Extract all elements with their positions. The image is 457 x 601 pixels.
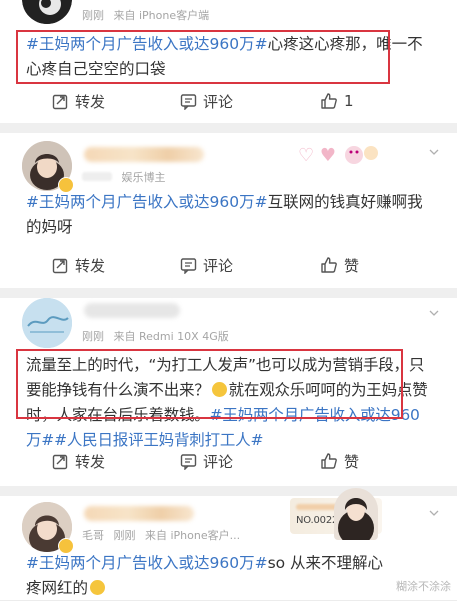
post-source: 来自 Redmi 10X 4G版	[113, 330, 229, 343]
avatar-image	[22, 298, 72, 348]
post-separator	[0, 123, 457, 133]
comment-icon	[180, 453, 197, 470]
user-badge: 娱乐博主	[121, 171, 166, 184]
comment-button[interactable]: 评论	[180, 438, 233, 484]
comment-icon	[180, 257, 197, 274]
emoji-icon	[90, 580, 106, 595]
post-meta: 刚刚 来自 Redmi 10X 4G版	[82, 328, 229, 344]
post-card-2: 娱乐博主 ♡ ♥ #王妈两个月广告收入或达960万#互联网的钱真好赚啊我的妈呀 …	[0, 133, 457, 288]
like-button[interactable]: 赞	[320, 438, 359, 484]
repost-icon	[52, 94, 68, 109]
comment-label: 评论	[203, 452, 234, 471]
post-text: #王妈两个月广告收入或达960万#互联网的钱真好赚啊我的妈呀	[26, 190, 430, 240]
post-time: 刚刚	[113, 529, 136, 542]
user-name[interactable]	[84, 303, 180, 318]
svg-text:♡ ♥: ♡ ♥	[298, 145, 336, 166]
portrait-image	[338, 498, 374, 540]
like-label: 赞	[344, 452, 360, 471]
like-button[interactable]: 1	[320, 78, 354, 124]
hashtag-link[interactable]: #王妈两个月广告收入或达960万#	[26, 554, 268, 572]
highlight-box	[16, 349, 403, 419]
like-count: 1	[344, 92, 354, 110]
avatar-image	[22, 0, 72, 24]
chevron-down-icon[interactable]	[429, 508, 439, 518]
decorative-card-icon: ♡ ♥	[298, 145, 378, 166]
comment-label: 评论	[203, 92, 234, 111]
post-time: 刚刚	[82, 9, 104, 22]
repost-button[interactable]: 转发	[52, 78, 105, 124]
repost-icon	[52, 258, 68, 273]
post-meta: 娱乐博主	[82, 169, 166, 185]
post-separator	[0, 288, 457, 298]
post-meta: 刚刚 来自 iPhone客户端	[82, 7, 209, 23]
user-name[interactable]	[84, 506, 194, 521]
action-bar: 转发 评论 1	[0, 78, 457, 124]
like-button[interactable]: 赞	[320, 242, 359, 288]
repost-icon	[52, 454, 68, 469]
post-separator	[0, 486, 457, 496]
avatar[interactable]	[22, 0, 72, 24]
comment-icon	[180, 93, 197, 110]
post-text: #王妈两个月广告收入或达960万#so 从来不理解心疼网红的	[26, 551, 396, 601]
like-label: 赞	[344, 256, 360, 275]
post-card-4: 毛哥 刚刚 来自 iPhone客户... NO.0022103 #王妈两个月广告…	[0, 488, 457, 601]
chevron-down-icon[interactable]	[429, 308, 439, 318]
action-bar: 转发 评论 赞	[0, 438, 457, 484]
like-icon	[321, 453, 337, 469]
watermark: 糊涂不涂涂	[396, 580, 451, 593]
comment-button[interactable]: 评论	[180, 242, 233, 288]
repost-label: 转发	[75, 256, 106, 275]
fan-card-portrait	[334, 488, 378, 540]
post-time: 刚刚	[82, 330, 104, 343]
repost-button[interactable]: 转发	[52, 438, 105, 484]
like-icon	[321, 93, 337, 109]
post-source: 来自 iPhone客户...	[145, 529, 241, 542]
repost-label: 转发	[75, 92, 106, 111]
repost-button[interactable]: 转发	[52, 242, 105, 288]
post-meta: 毛哥 刚刚 来自 iPhone客户...	[82, 527, 240, 543]
comment-label: 评论	[203, 256, 234, 275]
hashtag-link[interactable]: #王妈两个月广告收入或达960万#	[26, 193, 268, 211]
repost-label: 转发	[75, 452, 106, 471]
post-source: 来自 iPhone客户端	[113, 9, 210, 22]
chevron-down-icon[interactable]	[429, 147, 439, 157]
post-user-tag: 毛哥	[82, 529, 104, 542]
avatar[interactable]	[22, 298, 72, 348]
like-icon	[321, 257, 337, 273]
user-name[interactable]	[84, 147, 204, 162]
highlight-box	[16, 30, 390, 84]
action-bar: 转发 评论 赞	[0, 242, 457, 288]
comment-button[interactable]: 评论	[180, 78, 233, 124]
